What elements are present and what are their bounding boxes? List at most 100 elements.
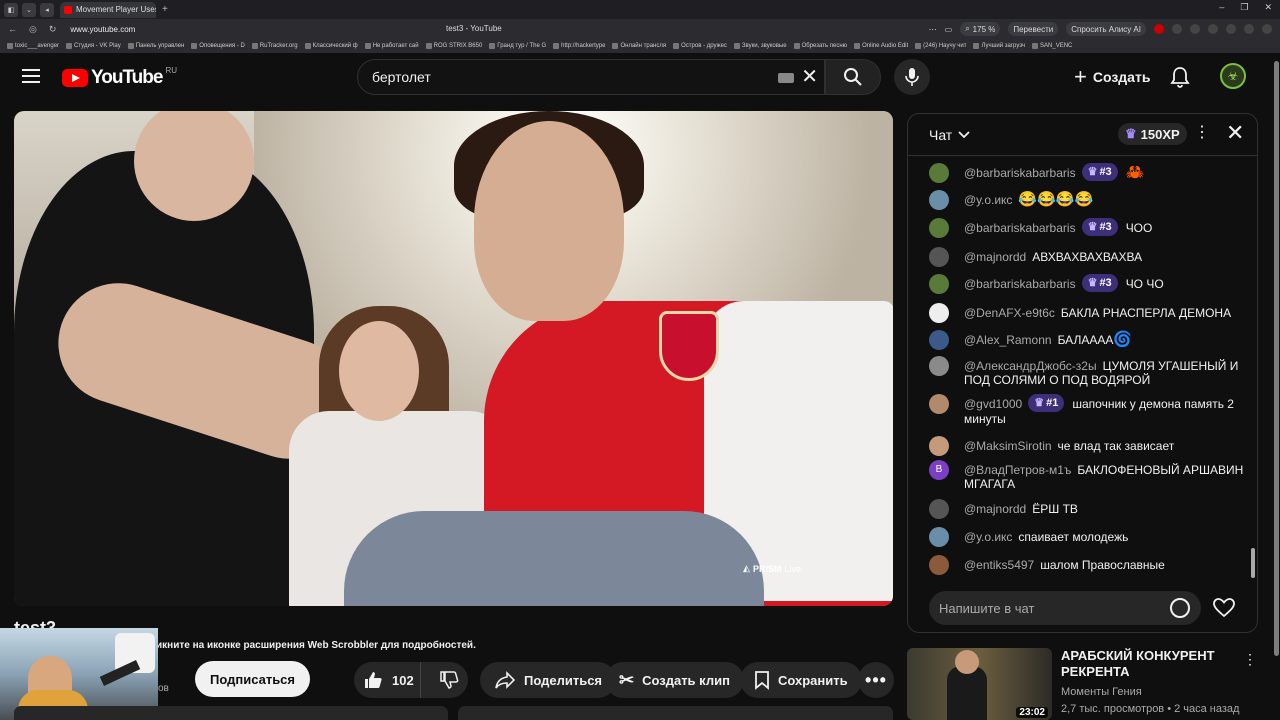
chat-scrollbar[interactable] bbox=[1249, 160, 1255, 580]
chat-avatar[interactable] bbox=[929, 555, 949, 575]
chat-author[interactable]: @MaksimSirotin bbox=[964, 439, 1052, 453]
voice-search-button[interactable] bbox=[894, 59, 930, 95]
chat-author[interactable]: @gvd1000 bbox=[964, 397, 1022, 411]
create-clip-button[interactable]: ✂ Создать клип bbox=[605, 662, 744, 698]
like-button[interactable]: 102 bbox=[354, 662, 422, 698]
bookmark-item[interactable]: Оповещения - D bbox=[191, 43, 245, 49]
chat-author[interactable]: @entiks5497 bbox=[964, 558, 1034, 572]
bookmark-item[interactable]: Лучший загрузч bbox=[973, 43, 1025, 49]
chat-avatar[interactable] bbox=[929, 499, 949, 519]
bookmark-item[interactable]: Студия - VK Play bbox=[66, 43, 121, 49]
search-input[interactable]: бертолет ✕ bbox=[357, 59, 825, 95]
chat-message[interactable]: @Alex_Ramonn БАЛАААА🌀 bbox=[929, 330, 1249, 350]
chat-avatar[interactable] bbox=[929, 163, 949, 183]
share-button[interactable]: Поделиться bbox=[480, 662, 617, 698]
more-actions-button[interactable]: ••• bbox=[858, 662, 894, 698]
dislike-button[interactable] bbox=[429, 670, 468, 690]
chat-input[interactable]: Напишите в чат bbox=[929, 591, 1201, 625]
tab-list-icon[interactable]: ⌄ bbox=[22, 2, 36, 17]
bookmark-item[interactable]: ROG STRIX B650 bbox=[425, 43, 482, 49]
chat-message[interactable]: В @ВладПетров-м1ъ БАКЛОФЕНОВЫЙ АРШАВИН МГА… bbox=[929, 460, 1249, 491]
extension-icon[interactable] bbox=[1172, 24, 1182, 34]
comments-box[interactable] bbox=[458, 706, 893, 720]
bookmark-item[interactable]: SAN_VENC bbox=[1032, 43, 1072, 49]
chat-avatar[interactable] bbox=[929, 190, 949, 210]
chat-author[interactable]: @DenAFX-e9t6c bbox=[964, 306, 1055, 320]
chat-author[interactable]: @barbariskabarbaris bbox=[964, 221, 1076, 235]
chat-author[interactable]: @у.о.икс bbox=[964, 530, 1012, 544]
video-player[interactable]: ◭ PRISM Live bbox=[14, 111, 893, 606]
recommended-title[interactable]: АРАБСКИЙ КОНКУРЕНТ РЕКРЕНТА bbox=[1061, 648, 1231, 680]
chat-avatar[interactable] bbox=[929, 330, 949, 350]
chat-author[interactable]: @barbariskabarbaris bbox=[964, 277, 1076, 291]
chat-avatar[interactable] bbox=[929, 303, 949, 323]
chat-message[interactable]: @majnordd АВХВАХВАХВАХВА bbox=[929, 247, 1249, 267]
chat-message[interactable]: @barbariskabarbaris ♛ #3 🦀 bbox=[929, 163, 1249, 183]
alice-button[interactable]: Спросить Алису AI bbox=[1066, 22, 1146, 36]
xp-badge[interactable]: ♛ 150XP bbox=[1118, 123, 1187, 145]
page-scrollbar[interactable] bbox=[1272, 53, 1280, 720]
download-icon[interactable] bbox=[1244, 24, 1254, 34]
chat-author[interactable]: @majnordd bbox=[964, 502, 1026, 516]
close-chat-icon[interactable]: ✕ bbox=[1226, 121, 1244, 145]
chat-message[interactable]: @DenAFX-e9t6c БАКЛА РНАСПЕРЛА ДЕМОНА bbox=[929, 303, 1249, 323]
extension-icon[interactable] bbox=[1154, 24, 1164, 34]
bookmark-icon[interactable]: ▭ bbox=[945, 25, 953, 34]
minimize-icon[interactable]: – bbox=[1219, 2, 1224, 13]
search-button[interactable] bbox=[825, 59, 881, 95]
create-button[interactable]: + Создать bbox=[1062, 59, 1162, 95]
back-icon[interactable]: ← bbox=[8, 24, 17, 35]
chat-author[interactable]: @ВладПетров-м1ъ bbox=[964, 463, 1071, 477]
translate-button[interactable]: Перевести bbox=[1008, 22, 1059, 36]
chat-avatar[interactable] bbox=[929, 218, 949, 238]
bookmark-item[interactable]: Обрезать песню bbox=[793, 43, 847, 49]
chat-author[interactable]: @majnordd bbox=[964, 250, 1026, 264]
chat-message[interactable]: @majnordd ЁРШ ТВ bbox=[929, 499, 1249, 519]
save-button[interactable]: Сохранить bbox=[740, 662, 862, 698]
heart-reaction-icon[interactable] bbox=[1210, 594, 1238, 622]
new-tab-icon[interactable]: + bbox=[162, 4, 168, 15]
chat-message[interactable]: @gvd1000 ♛ #1 шапочник у демона память 2 ми… bbox=[929, 394, 1249, 426]
chat-message[interactable]: @entiks5497 шалом Православные bbox=[929, 555, 1249, 575]
chat-author[interactable]: @barbariskabarbaris bbox=[964, 166, 1076, 180]
chat-message[interactable]: @barbariskabarbaris ♛ #3 ЧО ЧО bbox=[929, 274, 1249, 294]
chat-avatar[interactable] bbox=[929, 394, 949, 414]
hamburger-menu-icon[interactable] bbox=[22, 69, 40, 83]
clear-search-icon[interactable]: ✕ bbox=[801, 66, 818, 88]
keyboard-icon[interactable] bbox=[778, 73, 794, 83]
recommended-menu-icon[interactable]: ⋮ bbox=[1243, 652, 1257, 666]
bookmark-item[interactable]: Не работает сай bbox=[364, 43, 419, 49]
description-box[interactable] bbox=[14, 706, 448, 720]
chat-author[interactable]: @Alex_Ramonn bbox=[964, 333, 1052, 347]
notifications-bell-icon[interactable] bbox=[1168, 65, 1192, 89]
chat-avatar[interactable] bbox=[929, 274, 949, 294]
chat-avatar[interactable]: В bbox=[929, 460, 949, 480]
close-window-icon[interactable]: ✕ bbox=[1264, 2, 1272, 13]
account-avatar[interactable]: ☣ bbox=[1220, 63, 1246, 89]
bookmark-item[interactable]: Остров - дружес bbox=[673, 43, 727, 49]
page-scrollbar-thumb[interactable] bbox=[1274, 61, 1279, 656]
chat-avatar[interactable] bbox=[929, 527, 949, 547]
browser-menu-icon[interactable]: ◧ bbox=[4, 2, 18, 17]
reload-icon[interactable]: ↻ bbox=[49, 24, 57, 35]
extension-icon[interactable] bbox=[1208, 24, 1218, 34]
bookmark-item[interactable]: Онлайн трансля bbox=[612, 43, 666, 49]
bookmark-item[interactable]: Гранд тур / The G bbox=[489, 43, 546, 49]
url-field[interactable]: www.youtube.com bbox=[70, 25, 135, 34]
bookmark-item[interactable]: http://hackertype bbox=[553, 43, 605, 49]
back-tab-icon[interactable]: ◂ bbox=[40, 2, 54, 17]
emoji-picker-icon[interactable] bbox=[1170, 598, 1190, 618]
chat-message[interactable]: @у.о.икс 😂😂😂😂 bbox=[929, 190, 1249, 210]
chat-scrollbar-thumb[interactable] bbox=[1251, 548, 1255, 578]
chat-avatar[interactable] bbox=[929, 356, 949, 376]
bookmark-item[interactable]: Online Audio Edit bbox=[854, 43, 908, 49]
chat-avatar[interactable] bbox=[929, 247, 949, 267]
extension-icon[interactable] bbox=[1190, 24, 1200, 34]
bookmark-item[interactable]: Классический ф bbox=[304, 43, 358, 49]
youtube-logo[interactable]: YouTube RU bbox=[62, 66, 177, 89]
bookmark-item[interactable]: RuTracker.org bbox=[251, 43, 298, 49]
chat-menu-icon[interactable]: ⋮ bbox=[1194, 125, 1210, 141]
more-icon[interactable]: ⋯ bbox=[929, 25, 937, 34]
subscribe-button[interactable]: Подписаться bbox=[195, 661, 311, 697]
profile-icon[interactable] bbox=[1262, 24, 1272, 34]
